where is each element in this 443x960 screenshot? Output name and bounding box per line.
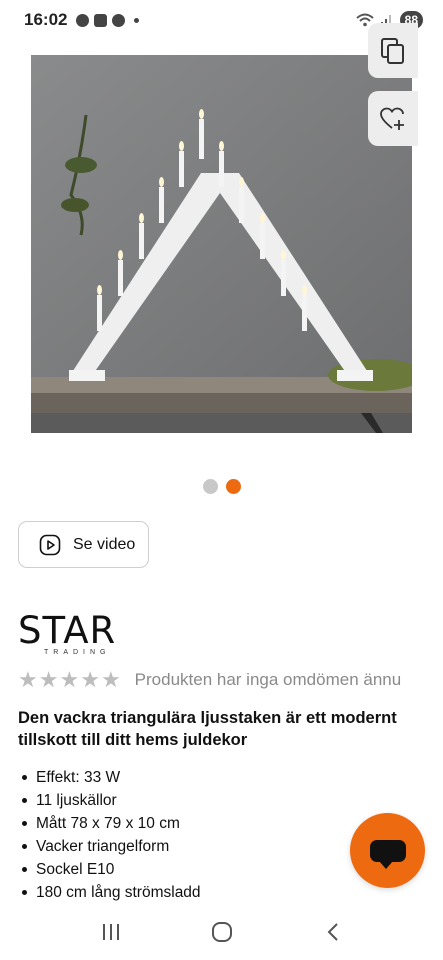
more-notifications-icon — [134, 17, 140, 23]
heart-plus-icon — [380, 107, 404, 130]
feature-item: Effekt: 33 W — [22, 766, 201, 789]
star-icon: ★ — [100, 667, 121, 692]
rating-row[interactable]: ★ ★ ★ ★ ★ Produkten har inga omdömen änn… — [18, 669, 401, 691]
rating-stars: ★ ★ ★ ★ ★ — [18, 669, 121, 691]
system-nav-bar — [0, 904, 443, 960]
chat-bubble-icon — [76, 13, 90, 27]
product-image[interactable] — [31, 55, 412, 433]
feature-item: Vacker triangelform — [22, 835, 201, 858]
carousel-dot[interactable] — [202, 479, 218, 494]
star-icon: ★ — [80, 667, 100, 692]
play-icon — [39, 534, 61, 555]
recent-apps-icon — [102, 924, 119, 940]
carousel-indicator — [0, 479, 443, 494]
navigation-icon — [112, 13, 126, 27]
image-icon — [94, 13, 108, 27]
status-time: 16:02 — [24, 10, 68, 29]
notification-icons — [76, 13, 140, 27]
brand-name: STAR — [18, 609, 117, 652]
feature-item: Sockel E10 — [22, 858, 201, 881]
star-icon: ★ — [59, 667, 80, 692]
rating-text: Produkten har inga omdömen ännu — [134, 670, 402, 689]
carousel-dot-active[interactable] — [225, 479, 241, 494]
back-button[interactable] — [313, 912, 353, 952]
chat-button[interactable] — [350, 813, 425, 888]
home-icon — [211, 922, 232, 942]
watch-video-button[interactable]: Se video — [18, 521, 149, 568]
feature-item: Mått 78 x 79 x 10 cm — [22, 812, 201, 835]
copy-button[interactable] — [368, 23, 418, 78]
chat-icon — [369, 839, 406, 869]
feature-item: 11 ljuskällor — [22, 789, 201, 812]
product-photo — [31, 55, 412, 433]
add-to-wishlist-button[interactable] — [368, 91, 418, 146]
feature-list: Effekt: 33 W 11 ljuskällor Mått 78 x 79 … — [22, 766, 201, 904]
copy-icon — [381, 37, 404, 64]
back-icon — [327, 923, 338, 941]
brand-logo[interactable]: STAR TRADING — [18, 612, 116, 656]
watch-video-label: Se video — [73, 535, 136, 553]
recent-apps-button[interactable] — [91, 912, 131, 952]
product-description: Den vackra triangulära ljusstaken är ett… — [18, 709, 397, 749]
star-icon: ★ — [18, 667, 38, 692]
feature-item: 180 cm lång strömsladd — [22, 881, 201, 904]
home-button[interactable] — [202, 912, 242, 952]
star-icon: ★ — [38, 667, 59, 692]
